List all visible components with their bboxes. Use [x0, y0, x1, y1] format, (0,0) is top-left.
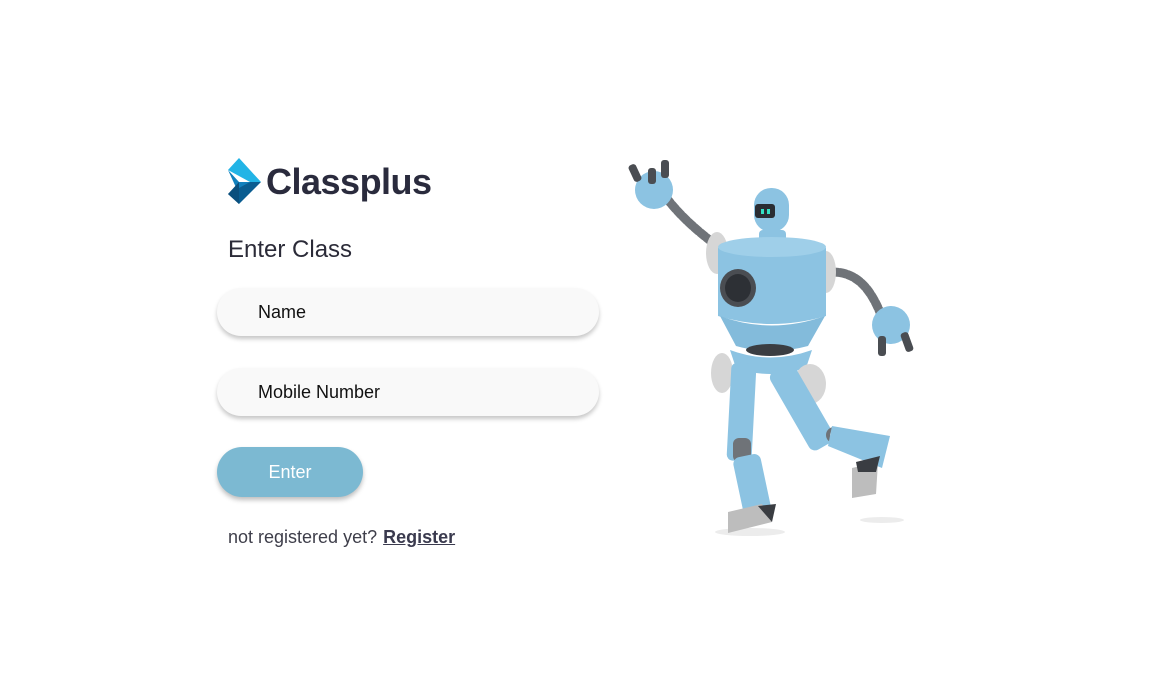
register-prompt: not registered yet? [228, 527, 378, 547]
name-field [217, 288, 599, 336]
robot-left-finger-2 [648, 168, 656, 184]
robot-torso-top [718, 237, 826, 257]
name-input[interactable] [217, 288, 599, 336]
robot-eye-2 [767, 209, 770, 214]
mobile-field [217, 368, 599, 416]
brand-name: Classplus [266, 161, 432, 202]
brand-logo: Classplus [228, 158, 432, 206]
page-title: Enter Class [228, 236, 353, 263]
robot-waist-joint [746, 344, 794, 356]
robot-shadow [860, 517, 904, 523]
robot-right-finger-2 [900, 332, 914, 352]
robot-right-finger-1 [878, 336, 886, 356]
mobile-number-input[interactable] [217, 368, 599, 416]
register-link[interactable]: Register [383, 527, 455, 547]
enter-button[interactable]: Enter [217, 447, 363, 497]
classplus-diamond-icon [228, 158, 261, 204]
login-page: Classplus Enter Class Enter not register… [0, 0, 1152, 700]
robot-left-finger-3 [661, 160, 669, 178]
robot-left-finger-1 [628, 164, 642, 182]
robot-eye [761, 209, 764, 214]
robot-speaker-inner [725, 274, 751, 302]
robot-left-hip-joint [711, 353, 733, 393]
robot-illustration [628, 160, 914, 536]
robot-visor [755, 204, 775, 218]
robot-right-arm [827, 267, 888, 325]
robot-shadow-left [715, 528, 785, 536]
register-row: not registered yet? Register [228, 527, 455, 548]
